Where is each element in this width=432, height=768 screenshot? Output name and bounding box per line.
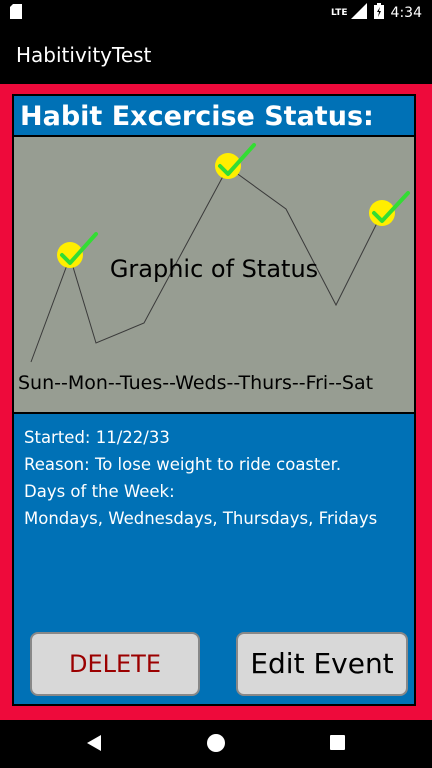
app-title: HabitivityTest [16, 43, 152, 67]
back-icon[interactable] [86, 734, 102, 756]
checkmark-icon [215, 143, 256, 179]
days-heading: Days of the Week: [24, 482, 175, 501]
app-bar: HabitivityTest [0, 24, 432, 84]
days-axis-label: Sun--Mon--Tues--Weds--Thurs--Fri--Sat [18, 372, 374, 394]
clock: 4:34 [390, 5, 422, 21]
home-icon[interactable] [207, 734, 225, 752]
signal-icon [350, 3, 367, 23]
navigation-bar [0, 720, 432, 768]
sd-card-icon [10, 4, 22, 23]
reason-text: Reason: To lose weight to ride coaster. [24, 455, 342, 474]
recents-icon[interactable] [330, 735, 345, 750]
panel-title: Habit Excercise Status: [14, 96, 414, 137]
battery-icon [373, 3, 384, 23]
habit-panel: Habit Excercise Status: Graphic of Statu… [12, 94, 416, 706]
edit-event-button[interactable]: Edit Event [236, 632, 408, 696]
started-date: Started: 11/22/33 [24, 428, 170, 447]
graph-caption: Graphic of Status [109, 255, 319, 283]
habit-details: Started: 11/22/33 Reason: To lose weight… [24, 424, 377, 532]
days-list: Mondays, Wednesdays, Thursdays, Fridays [24, 509, 378, 528]
checkmark-icon [369, 191, 410, 226]
status-graph: Graphic of Status Sun--Mon--Tues--Weds--… [14, 137, 414, 414]
network-type: LTE [331, 8, 348, 18]
status-bar: LTE 4:34 [0, 0, 432, 24]
content-area: Habit Excercise Status: Graphic of Statu… [0, 84, 432, 720]
delete-button[interactable]: DELETE [30, 632, 200, 696]
